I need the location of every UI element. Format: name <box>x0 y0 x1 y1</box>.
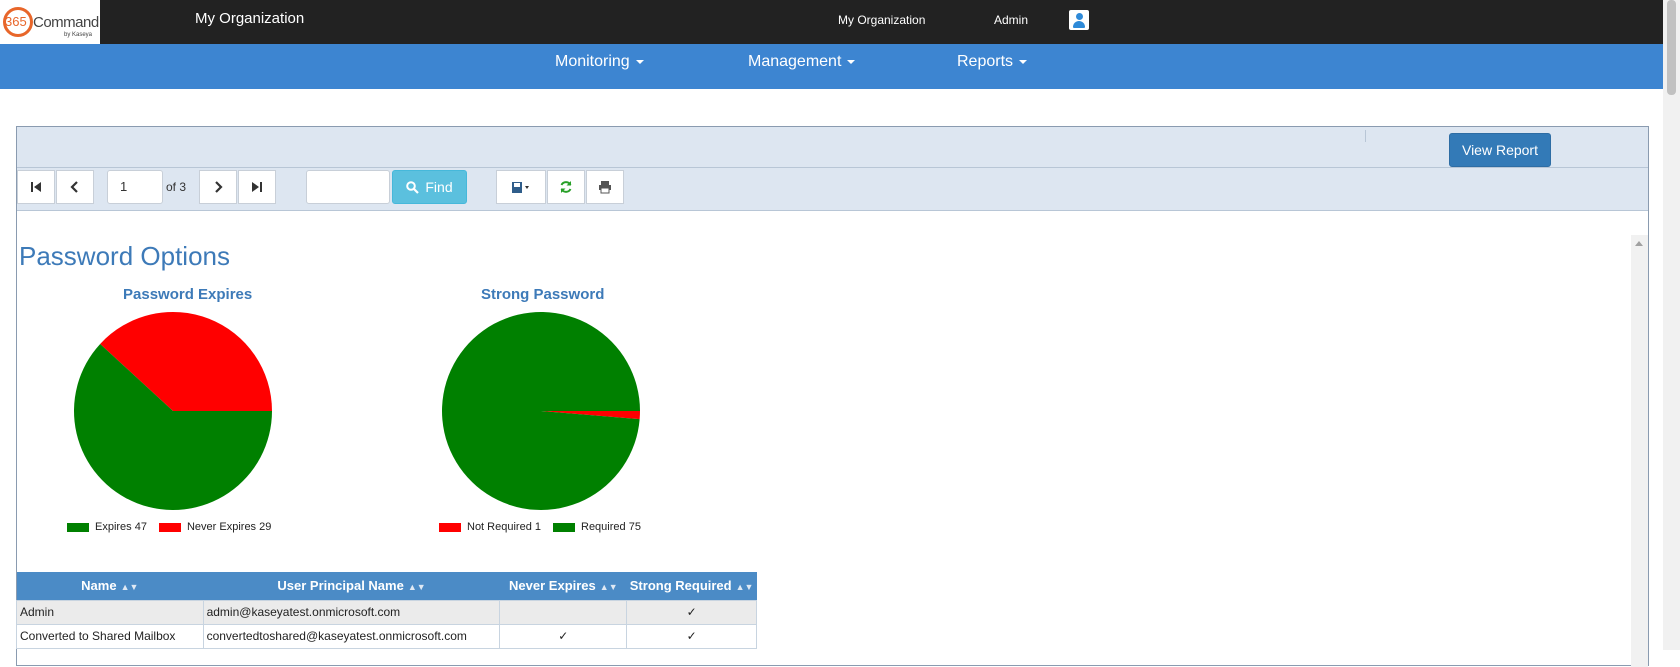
legend-label-required: Required 75 <box>581 521 641 533</box>
report-title: Password Options <box>19 241 230 271</box>
chevron-right-icon <box>215 181 223 193</box>
first-page-button[interactable] <box>17 170 55 204</box>
logo-number: 365 <box>5 14 27 29</box>
chart-title-password-expires: Password Expires <box>123 286 253 303</box>
page-scrollbar[interactable] <box>1663 0 1680 650</box>
logo-word: Command <box>33 14 99 31</box>
cell-strong-required: ✓ <box>626 623 757 649</box>
previous-page-button[interactable] <box>56 170 94 204</box>
user-profile-icon[interactable] <box>1069 10 1089 30</box>
nav-reports-label: Reports <box>957 53 1014 70</box>
save-export-icon <box>512 181 529 193</box>
scroll-up-icon[interactable] <box>1635 241 1643 246</box>
legend-swatch-never-expires <box>158 522 181 532</box>
table-row: Converted to Shared Mailbox convertedtos… <box>16 623 757 649</box>
main-navbar: Monitoring Management Reports <box>0 44 1663 89</box>
legend-strong-password: Not Required 1 Required 75 <box>439 521 641 533</box>
print-button[interactable] <box>586 170 624 204</box>
legend-password-expires: Expires 47 Never Expires 29 <box>67 521 271 533</box>
top-bar: 365 Command by Kaseya My Organization My… <box>0 0 1663 44</box>
last-page-icon <box>252 182 262 192</box>
sort-icon[interactable]: ▲▼ <box>600 582 618 592</box>
last-page-button[interactable] <box>238 170 276 204</box>
column-header-upn[interactable]: User Principal Name ▲▼ <box>203 572 500 600</box>
report-scrollbar[interactable] <box>1631 235 1648 667</box>
refresh-button[interactable] <box>547 170 585 204</box>
users-table: Name ▲▼ User Principal Name ▲▼ Never Expir… <box>16 572 757 649</box>
export-dropdown-button[interactable] <box>496 170 546 204</box>
cell-never-expires <box>499 599 628 625</box>
nav-monitoring[interactable]: Monitoring <box>555 53 644 71</box>
pie-slice-required <box>442 311 640 510</box>
legend-label-expires: Expires 47 <box>95 521 147 533</box>
cell-name: Admin <box>16 599 204 625</box>
report-toolbar: 1 of 3 Find <box>17 168 1648 211</box>
legend-swatch-required <box>553 522 575 532</box>
view-report-button[interactable]: View Report <box>1449 133 1551 167</box>
print-icon <box>599 181 611 194</box>
sort-icon[interactable]: ▲▼ <box>408 582 426 592</box>
find-button-label: Find <box>425 179 453 195</box>
legend-label-never-expires: Never Expires 29 <box>186 521 272 533</box>
chevron-left-icon <box>70 181 78 193</box>
cell-strong-required: ✓ <box>626 599 757 625</box>
admin-user-link[interactable]: Admin <box>994 13 1028 27</box>
organization-link[interactable]: My Organization <box>838 13 925 27</box>
refresh-icon <box>560 181 572 193</box>
pie-chart-strong-password <box>442 311 640 510</box>
next-page-button[interactable] <box>199 170 237 204</box>
column-header-never-expires[interactable]: Never Expires ▲▼ <box>499 572 627 600</box>
find-text-input[interactable] <box>306 170 390 204</box>
nav-management[interactable]: Management <box>748 53 856 71</box>
report-parameters-area: View Report <box>17 127 1648 168</box>
legend-swatch-not-required <box>439 522 461 532</box>
column-header-name[interactable]: Name ▲▼ <box>16 572 204 600</box>
page-number-input[interactable]: 1 <box>107 170 163 204</box>
table-row: Admin admin@kaseyatest.onmicrosoft.com ✓ <box>16 599 757 625</box>
column-header-strong-required[interactable]: Strong Required ▲▼ <box>626 572 757 600</box>
chart-title-strong-password: Strong Password <box>481 286 605 303</box>
app-logo[interactable]: 365 Command by Kaseya <box>0 0 100 44</box>
logo-byline: by Kaseya <box>64 32 93 38</box>
search-icon <box>406 180 420 194</box>
sort-icon[interactable]: ▲▼ <box>736 582 754 592</box>
pie-chart-password-expires <box>74 312 272 510</box>
nav-reports[interactable]: Reports <box>957 53 1028 71</box>
cell-upn: admin@kaseyatest.onmicrosoft.com <box>202 599 501 625</box>
cell-upn: convertedtoshared@kaseyatest.onmicrosoft… <box>202 623 501 649</box>
legend-swatch-expires <box>67 522 89 532</box>
chevron-down-icon <box>1019 59 1028 64</box>
nav-management-label: Management <box>748 53 842 70</box>
sort-icon[interactable]: ▲▼ <box>121 582 139 592</box>
table-header-row: Name ▲▼ User Principal Name ▲▼ Never Expir… <box>16 572 757 600</box>
chevron-down-icon <box>847 59 856 64</box>
first-page-icon <box>31 182 41 192</box>
cell-name: Converted to Shared Mailbox <box>16 623 204 649</box>
find-button[interactable]: Find <box>392 170 467 204</box>
chevron-down-icon <box>635 59 644 64</box>
page-total-label: of 3 <box>166 180 187 194</box>
organization-title: My Organization <box>195 10 305 27</box>
nav-monitoring-label: Monitoring <box>555 53 630 70</box>
legend-label-not-required: Not Required 1 <box>467 521 541 533</box>
cell-never-expires: ✓ <box>499 623 628 649</box>
